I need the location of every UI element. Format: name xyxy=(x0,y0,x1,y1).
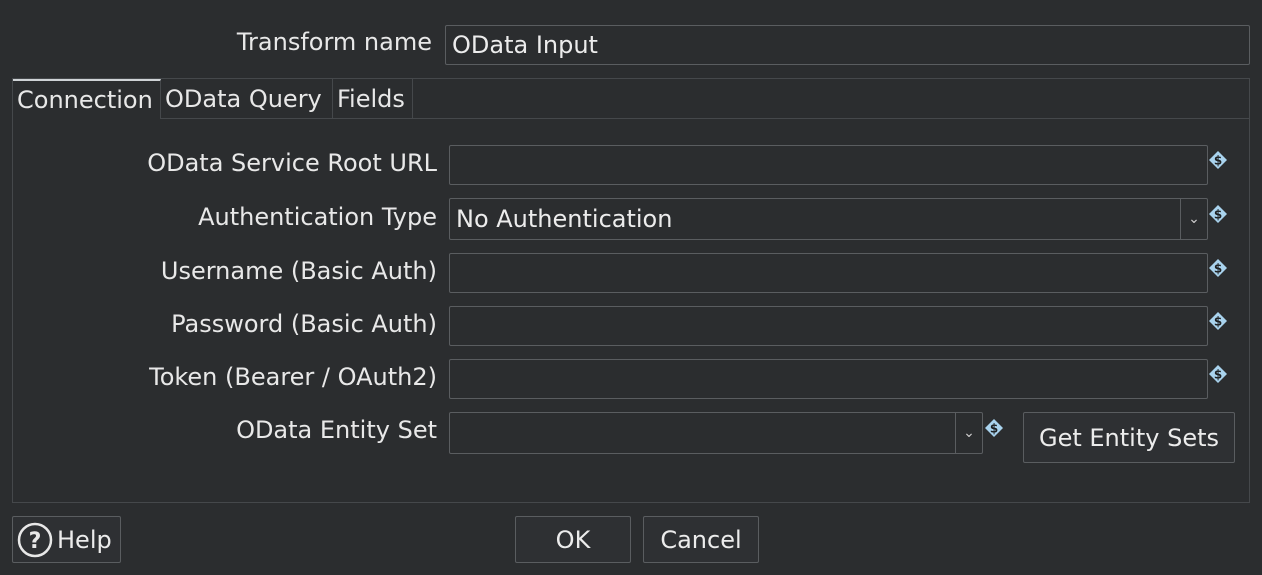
transform-name-label: Transform name xyxy=(236,28,432,56)
tab-odata-query-label: OData Query xyxy=(165,85,322,113)
cancel-label: Cancel xyxy=(660,525,742,554)
entity-set-select[interactable]: ⌄ xyxy=(449,412,983,454)
svg-text:$: $ xyxy=(990,422,998,436)
tab-connection[interactable]: Connection xyxy=(13,79,161,119)
entity-set-label: OData Entity Set xyxy=(236,416,437,444)
variable-icon[interactable]: $ xyxy=(1208,258,1228,278)
username-label: Username (Basic Auth) xyxy=(160,257,437,285)
variable-icon[interactable]: $ xyxy=(1208,204,1228,224)
tab-connection-label: Connection xyxy=(17,86,153,114)
svg-text:?: ? xyxy=(29,529,42,554)
ok-button[interactable]: OK xyxy=(515,516,631,563)
variable-icon[interactable]: $ xyxy=(1208,150,1228,170)
svg-text:$: $ xyxy=(1214,154,1222,168)
tab-odata-query[interactable]: OData Query xyxy=(161,79,333,119)
svg-text:$: $ xyxy=(1214,262,1222,276)
password-input[interactable] xyxy=(449,306,1208,346)
username-input[interactable] xyxy=(449,253,1208,293)
auth-type-label: Authentication Type xyxy=(198,203,437,231)
help-button[interactable]: ? Help xyxy=(12,516,121,563)
transform-name-value: OData Input xyxy=(452,31,598,59)
ok-label: OK xyxy=(555,525,591,554)
svg-text:$: $ xyxy=(1214,208,1222,222)
question-circle-icon: ? xyxy=(17,522,53,557)
transform-name-input[interactable]: OData Input xyxy=(445,25,1250,65)
get-entity-sets-label: Get Entity Sets xyxy=(1038,423,1219,452)
password-label: Password (Basic Auth) xyxy=(171,310,437,338)
variable-icon[interactable]: $ xyxy=(984,418,1004,438)
tab-fields[interactable]: Fields xyxy=(333,79,413,119)
auth-type-value: No Authentication xyxy=(456,205,673,233)
auth-type-select[interactable]: No Authentication ⌄ xyxy=(449,198,1208,240)
token-label: Token (Bearer / OAuth2) xyxy=(149,363,437,391)
variable-icon[interactable]: $ xyxy=(1208,364,1228,384)
tab-fields-label: Fields xyxy=(337,85,405,113)
svg-text:$: $ xyxy=(1214,368,1222,382)
variable-icon[interactable]: $ xyxy=(1208,311,1228,331)
help-label: Help xyxy=(57,525,112,554)
token-input[interactable] xyxy=(449,359,1208,399)
chevron-down-icon[interactable]: ⌄ xyxy=(1180,199,1207,239)
service-root-url-input[interactable] xyxy=(449,145,1208,185)
service-root-url-label: OData Service Root URL xyxy=(147,149,437,177)
chevron-down-icon[interactable]: ⌄ xyxy=(955,413,982,453)
cancel-button[interactable]: Cancel xyxy=(643,516,759,563)
svg-text:$: $ xyxy=(1214,315,1222,329)
get-entity-sets-button[interactable]: Get Entity Sets xyxy=(1023,412,1235,463)
